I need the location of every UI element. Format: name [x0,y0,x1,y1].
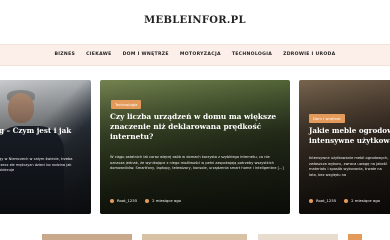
slide-excerpt-left: gy w Niemczech w całym świecie, trzeba r… [0,157,73,173]
category-badge-right[interactable]: Dom i wnętrze [309,114,345,123]
site-header: MEBLEINFOR.PL [0,0,390,44]
next-card-image-2[interactable] [142,234,247,240]
post-date-middle: 2 miesiące ago [145,198,181,203]
author-link-right[interactable]: Root_1255 [309,198,336,203]
slide-card-middle[interactable]: internet Technologia Czy liczba urządzeń… [100,80,290,214]
post-time-middle: 2 miesiące ago [152,198,181,203]
scroll-accent [348,234,362,240]
nav-item-technologia[interactable]: TECHNOLOGIA [232,52,272,57]
nav-item-ciekawe[interactable]: CIEKAWE [86,52,111,57]
slide-title-left[interactable]: g – Czym jest i jak [0,126,89,136]
slide-overlay-left [0,80,91,214]
category-badge-middle[interactable]: Technologia [111,100,142,109]
slide-excerpt-middle: W ciągu ostatnich lat coraz więcej osób … [110,155,284,171]
slide-title-right[interactable]: Jakie meble ogrodowe intensywne użytkowa… [309,126,390,145]
slide-excerpt-right: Intensywne użytkowanie mebli ogrodowych,… [309,156,389,177]
featured-slider: g – Czym jest i jak gy w Niemczech w cał… [0,80,390,214]
next-card-image-3[interactable] [258,234,338,240]
clock-icon [344,199,349,203]
nav-item-dom-i-wnetrze[interactable]: DOM I WNĘTRZE [123,52,169,57]
author-name-right: Root_1255 [316,198,337,203]
author-name-middle: Root_1255 [117,198,138,203]
slide-meta-right: Root_1255 2 miesiące ago [309,198,380,203]
slide-card-right[interactable]: Dom i wnętrze Jakie meble ogrodowe inten… [299,80,390,214]
user-icon [110,199,114,203]
main-nav: BIZNES CIEKAWE DOM I WNĘTRZE MOTORYZACJA… [0,44,390,66]
nav-item-motoryzacja[interactable]: MOTORYZACJA [180,52,221,57]
slide-title-middle[interactable]: Czy liczba urządzeń w domu ma większe zn… [110,112,280,141]
nav-item-zdrowie-i-uroda[interactable]: ZDROWIE I URODA [283,52,335,57]
post-time-right: 2 miesiące ago [351,198,380,203]
site-title[interactable]: MEBLEINFOR.PL [0,15,390,26]
nav-item-biznes[interactable]: BIZNES [54,52,75,57]
clock-icon [145,199,150,203]
author-link-middle[interactable]: Root_1255 [110,198,137,203]
slide-card-left[interactable]: g – Czym jest i jak gy w Niemczech w cał… [0,80,91,214]
user-icon [309,199,313,203]
next-card-image-1[interactable] [42,234,132,240]
post-date-right: 2 miesiące ago [344,198,380,203]
slide-meta-middle: Root_1255 2 miesiące ago [110,198,181,203]
slide-overlay-right [299,80,390,214]
